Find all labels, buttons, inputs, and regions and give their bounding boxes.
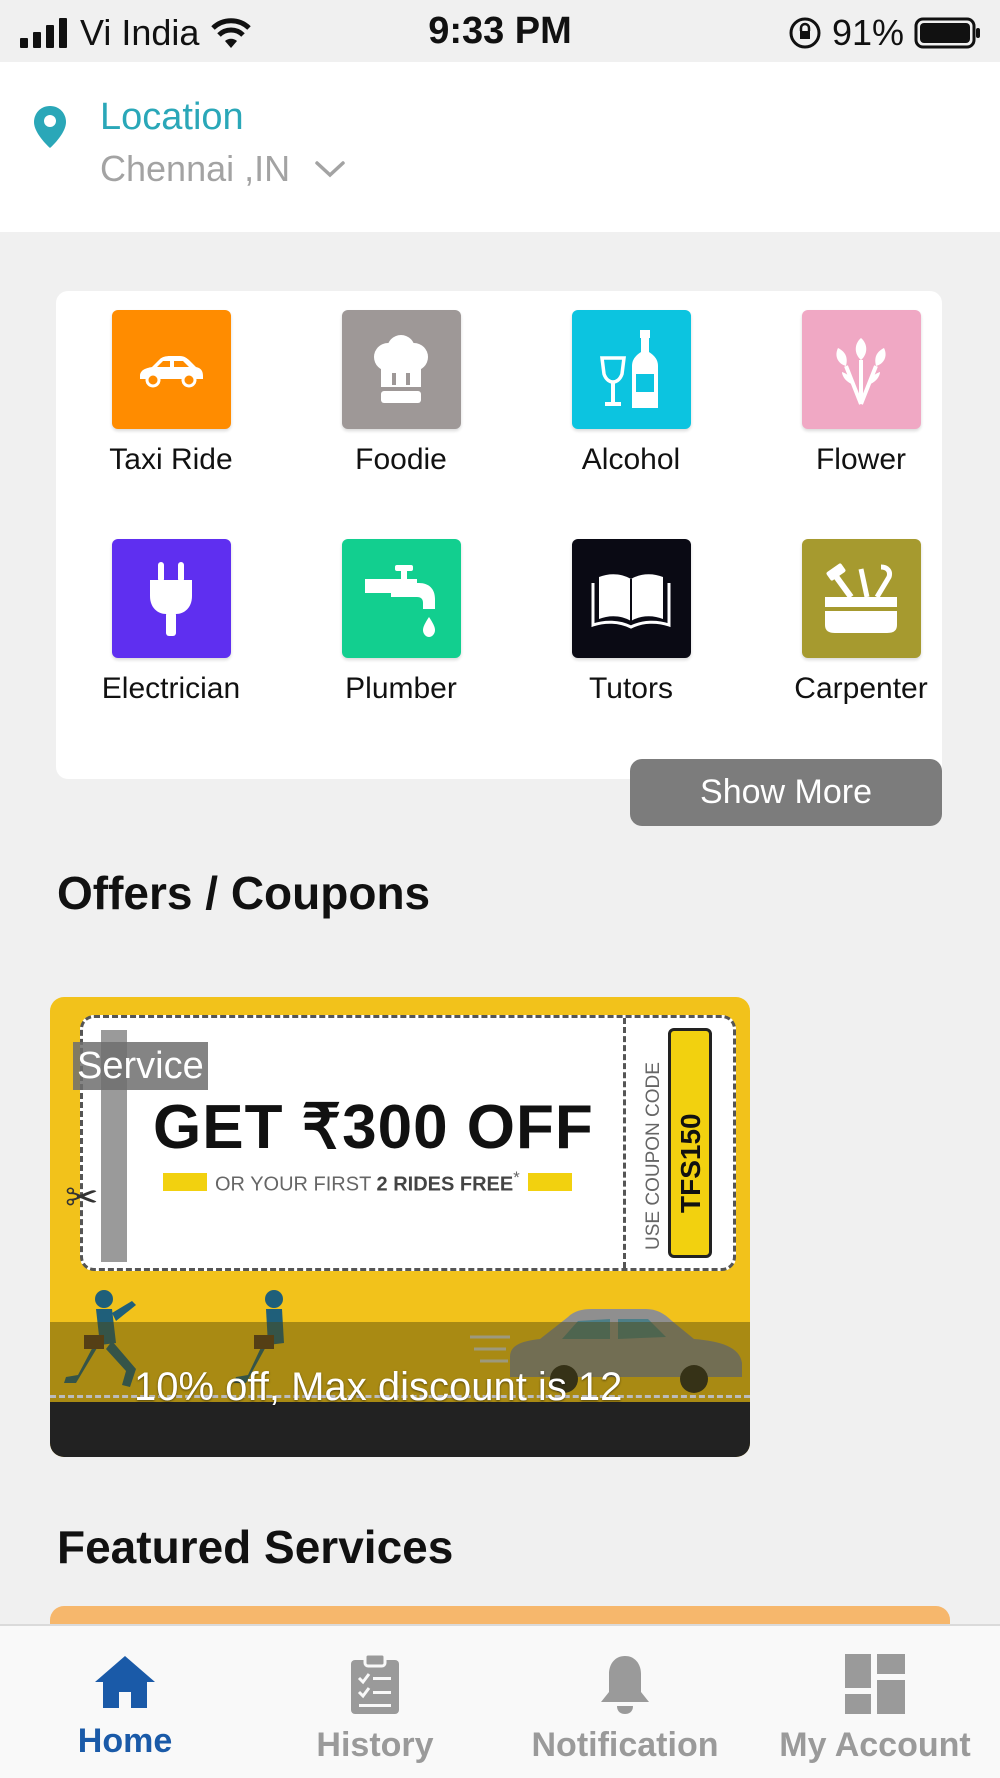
category-label: Taxi Ride — [109, 443, 233, 476]
dashboard-icon — [845, 1654, 905, 1714]
tap-icon — [341, 539, 461, 658]
sub-bar-left — [163, 1173, 207, 1192]
scissors-icon: ✂ — [65, 1176, 99, 1220]
show-more-button[interactable]: Show More — [630, 759, 942, 826]
coupon-subtext: OR YOUR FIRST 2 RIDES FREE* — [215, 1168, 520, 1196]
category-electrician[interactable]: Electrician — [56, 539, 286, 768]
chef-hat-icon — [341, 310, 461, 429]
coupon-tag: Service — [73, 1042, 208, 1090]
coupon-code: TFS150 — [675, 1113, 706, 1213]
home-icon — [95, 1656, 155, 1708]
category-flower[interactable]: Flower — [746, 310, 976, 539]
rotation-lock-icon — [789, 17, 821, 49]
chevron-down-icon[interactable] — [314, 159, 346, 179]
location-value: Chennai ,IN — [100, 148, 291, 189]
category-tutors[interactable]: Tutors — [516, 539, 746, 768]
category-alcohol[interactable]: Alcohol — [516, 310, 746, 539]
tab-home[interactable]: Home — [0, 1626, 250, 1778]
wine-bottle-icon — [571, 310, 691, 429]
bottom-tab-bar: Home History Notification My Account — [0, 1624, 1000, 1778]
road — [50, 1402, 750, 1457]
coupon-code-label: USE COUPON CODE — [643, 1062, 664, 1250]
coupon-card[interactable]: GET ₹300 OFF OR YOUR FIRST 2 RIDES FREE*… — [50, 997, 750, 1457]
category-label: Alcohol — [581, 443, 681, 476]
status-bar: Vi India 9:33 PM 91% — [0, 0, 1000, 62]
battery-percent: 91% — [831, 12, 904, 53]
category-taxi-ride[interactable]: Taxi Ride — [56, 310, 286, 539]
sub-bar-right — [527, 1173, 572, 1192]
book-icon — [571, 539, 691, 658]
tab-label: Notification — [531, 1726, 719, 1764]
plug-icon — [111, 539, 231, 658]
clipboard-icon — [351, 1652, 399, 1714]
car-icon — [111, 310, 231, 429]
coupon-description: 10% off, Max discount is 12 — [134, 1365, 623, 1409]
tab-label: History — [316, 1726, 434, 1764]
location-label: Location — [100, 96, 244, 138]
location-header[interactable]: Location Chennai ,IN — [0, 62, 1000, 232]
category-label: Electrician — [101, 672, 241, 705]
category-label: Flower — [815, 443, 906, 476]
toolbox-icon — [801, 539, 921, 658]
tab-my-account[interactable]: My Account — [750, 1626, 1000, 1778]
tab-label: Home — [77, 1722, 173, 1760]
bell-icon — [601, 1656, 649, 1714]
ticket-divider — [623, 1018, 626, 1268]
offers-section-title: Offers / Coupons — [57, 867, 431, 919]
categories-grid: Taxi Ride Foodie Alcohol Flower Electric… — [56, 310, 942, 768]
category-label: Plumber — [345, 672, 457, 705]
coupon-headline: GET ₹300 OFF — [153, 1093, 594, 1162]
categories-card: Taxi Ride Foodie Alcohol Flower Electric… — [56, 291, 942, 779]
category-label: Foodie — [355, 443, 447, 476]
location-selector[interactable]: Chennai ,IN — [100, 148, 346, 190]
tab-notification[interactable]: Notification — [500, 1626, 750, 1778]
tab-label: My Account — [779, 1726, 971, 1764]
coupon-code-box: TFS150 — [668, 1028, 712, 1258]
category-label: Carpenter — [794, 672, 928, 705]
status-right: 91% — [788, 12, 982, 54]
battery-icon — [914, 17, 980, 49]
category-plumber[interactable]: Plumber — [286, 539, 516, 768]
category-foodie[interactable]: Foodie — [286, 310, 516, 539]
category-label: Tutors — [589, 672, 673, 705]
tab-history[interactable]: History — [250, 1626, 500, 1778]
flower-icon — [801, 310, 921, 429]
coupon-subline: OR YOUR FIRST 2 RIDES FREE* — [163, 1168, 572, 1197]
featured-section-title: Featured Services — [57, 1521, 454, 1573]
location-pin-icon — [34, 106, 66, 148]
category-carpenter[interactable]: Carpenter — [746, 539, 976, 768]
